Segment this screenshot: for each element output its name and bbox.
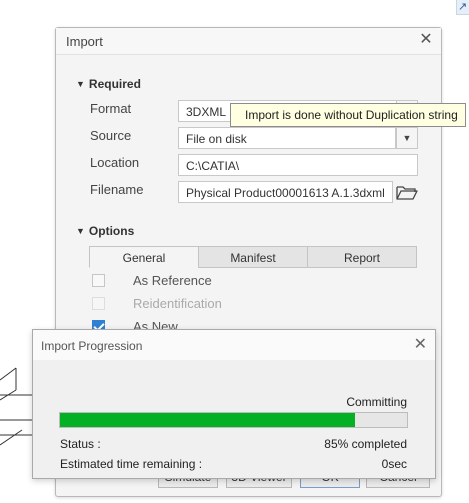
options-section-header[interactable]: ▼ Options: [76, 224, 134, 238]
filename-field[interactable]: Physical Product00001613 A.1.3dxml: [178, 181, 393, 203]
required-section-header[interactable]: ▼ Required: [76, 77, 141, 91]
close-icon[interactable]: ✕: [414, 336, 427, 354]
app-corner-button[interactable]: ↗: [456, 0, 469, 15]
location-label: Location: [90, 155, 140, 170]
filename-label: Filename: [90, 182, 144, 197]
status-value: 85% completed: [324, 437, 407, 451]
progress-phase: Committing: [346, 395, 407, 409]
close-icon[interactable]: ✕: [417, 31, 435, 49]
required-section-label: Required: [88, 77, 141, 91]
status-label: Status :: [60, 437, 101, 451]
source-select[interactable]: File on disk: [178, 127, 396, 149]
options-tabs: General Manifest Report: [89, 246, 417, 268]
progress-bar-fill: [60, 413, 355, 427]
tab-general[interactable]: General: [89, 246, 199, 268]
import-progression-dialog: Import Progression ✕ Committing Status :…: [32, 329, 436, 479]
location-field[interactable]: C:\CATIA\: [178, 154, 418, 176]
options-section-label: Options: [88, 224, 135, 238]
folder-open-icon[interactable]: [395, 182, 419, 202]
progress-body: Committing Status : 85% completed Estima…: [33, 360, 435, 478]
time-remaining-value: 0sec: [381, 457, 407, 471]
reidentification-checkbox: [92, 297, 105, 310]
tab-manifest[interactable]: Manifest: [198, 246, 308, 268]
dropdown-arrow-icon[interactable]: ▼: [396, 127, 418, 149]
import-dialog-titlebar[interactable]: Import ✕: [56, 28, 441, 55]
collapse-triangle-icon: ▼: [76, 226, 85, 236]
reidentification-label: Reidentification: [133, 296, 222, 311]
tab-report[interactable]: Report: [307, 246, 417, 268]
as-reference-label: As Reference: [133, 273, 212, 288]
progress-bar: [59, 412, 408, 428]
format-tooltip: Import is done without Duplication strin…: [230, 103, 466, 127]
collapse-triangle-icon: ▼: [76, 79, 85, 89]
time-remaining-label: Estimated time remaining :: [60, 457, 203, 471]
progress-title: Import Progression: [41, 339, 143, 353]
as-reference-checkbox[interactable]: [92, 274, 105, 287]
import-dialog-title: Import: [66, 34, 103, 49]
progress-titlebar[interactable]: Import Progression ✕: [33, 330, 435, 360]
format-label: Format: [90, 101, 132, 116]
expand-icon: ↗: [458, 1, 468, 13]
source-label: Source: [90, 128, 132, 143]
